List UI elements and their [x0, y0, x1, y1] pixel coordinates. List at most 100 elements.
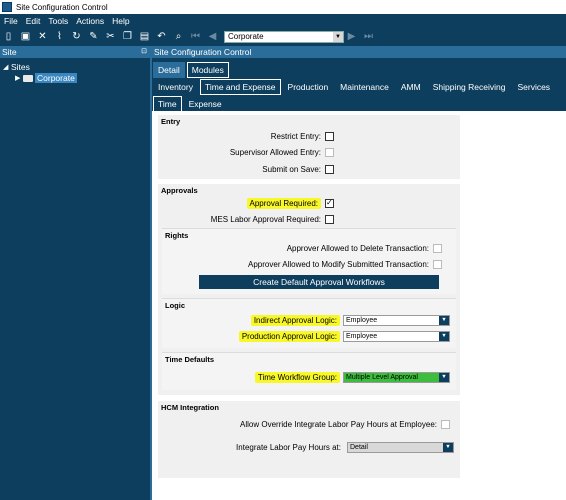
main-panel: Site Configuration Control Detail Module…: [152, 46, 566, 500]
tree-item-corporate[interactable]: ▶ Corporate: [15, 73, 77, 83]
previous-record-icon[interactable]: ◀: [207, 31, 218, 43]
approval-required-row: Approval Required:: [246, 198, 334, 209]
company-value: Corporate: [228, 32, 264, 41]
allow-modify-checkbox[interactable]: [433, 260, 442, 269]
tab-shipping-receiving[interactable]: Shipping Receiving: [428, 79, 511, 95]
pin-icon[interactable]: ⊡: [141, 46, 147, 58]
sub-tabs: Time Expense: [153, 96, 229, 112]
indirect-logic-row: Indirect Approval Logic: Employee ▼: [250, 315, 450, 326]
approval-required-checkbox[interactable]: [325, 198, 334, 208]
tab-amm[interactable]: AMM: [396, 79, 426, 95]
new-icon[interactable]: ▯: [3, 31, 14, 43]
first-record-icon[interactable]: ⏮: [190, 31, 201, 43]
tab-expense[interactable]: Expense: [184, 96, 227, 112]
approvals-title: Approvals: [161, 186, 198, 195]
undo-icon[interactable]: ↶: [156, 31, 167, 43]
chevron-down-icon[interactable]: ▼: [439, 373, 449, 382]
menu-actions[interactable]: Actions: [72, 16, 108, 26]
production-logic-value: Employee: [346, 333, 378, 340]
logic-group: Logic Indirect Approval Logic: Employee …: [162, 298, 456, 348]
time-settings-content: Entry Restrict Entry: Supervisor Allowed…: [152, 111, 566, 500]
logic-title: Logic: [165, 301, 185, 310]
rights-title: Rights: [165, 231, 189, 240]
window-title: Site Configuration Control: [16, 2, 108, 12]
tab-inventory[interactable]: Inventory: [153, 79, 198, 95]
integrate-labor-row: Integrate Labor Pay Hours at: Detail ▼: [236, 442, 454, 453]
chevron-down-icon[interactable]: ▼: [333, 32, 343, 42]
site-panel-title: Site: [2, 47, 17, 57]
tree-item-sites[interactable]: ◢ Sites: [3, 62, 30, 72]
menu-help[interactable]: Help: [108, 16, 133, 26]
entry-title: Entry: [161, 117, 181, 126]
chevron-down-icon[interactable]: ▼: [439, 316, 449, 325]
supervisor-allowed-checkbox[interactable]: [325, 148, 334, 157]
tab-modules[interactable]: Modules: [186, 62, 229, 78]
indirect-logic-value: Employee: [346, 317, 378, 324]
allow-override-checkbox[interactable]: [441, 420, 450, 429]
binoculars-icon[interactable]: ⌕: [173, 31, 184, 43]
mes-labor-required-checkbox[interactable]: [325, 215, 334, 224]
mes-labor-required-label: MES Labor Approval Required:: [210, 215, 321, 224]
paste-icon[interactable]: ▤: [139, 31, 150, 43]
delete-icon[interactable]: ✕: [37, 31, 48, 43]
submit-on-save-row: Submit on Save:: [262, 165, 334, 174]
tab-time-and-expense[interactable]: Time and Expense: [199, 79, 281, 95]
menu-file[interactable]: File: [0, 16, 22, 26]
allow-delete-checkbox[interactable]: [433, 244, 442, 253]
hcm-title: HCM Integration: [161, 403, 219, 412]
tab-maintenance[interactable]: Maintenance: [335, 79, 394, 95]
production-logic-row: Production Approval Logic: Employee ▼: [238, 331, 450, 342]
integrate-labor-label: Integrate Labor Pay Hours at:: [236, 443, 341, 452]
tab-services[interactable]: Services: [512, 79, 555, 95]
cut-icon[interactable]: ✂: [105, 31, 116, 43]
company-select[interactable]: Corporate ▼: [224, 31, 344, 43]
indirect-logic-select[interactable]: Employee ▼: [343, 315, 450, 326]
create-default-workflows-button[interactable]: Create Default Approval Workflows: [199, 275, 439, 289]
refresh-icon[interactable]: ↻: [71, 31, 82, 43]
restrict-entry-label: Restrict Entry:: [270, 132, 321, 141]
tab-production[interactable]: Production: [283, 79, 334, 95]
copy-icon[interactable]: ❐: [122, 31, 133, 43]
time-workflow-row: Time Workflow Group: Multiple Level Appr…: [254, 372, 450, 383]
tab-detail[interactable]: Detail: [153, 62, 185, 78]
mes-labor-required-row: MES Labor Approval Required:: [211, 215, 334, 224]
toolbar: ▯ ▣ ✕ ⌇ ↻ ✎ ✂ ❐ ▤ ↶ ⌕ ⏮ ◀ Corporate ▼ ▶ …: [0, 28, 566, 46]
time-defaults-group: Time Defaults Time Workflow Group: Multi…: [162, 352, 456, 390]
main-header: Site Configuration Control: [152, 46, 566, 58]
clear-icon[interactable]: ✎: [88, 31, 99, 43]
chevron-down-icon[interactable]: ▼: [443, 443, 453, 452]
production-logic-select[interactable]: Employee ▼: [343, 331, 450, 342]
menu-tools[interactable]: Tools: [44, 16, 72, 26]
allow-override-label: Allow Override Integrate Labor Pay Hours…: [240, 420, 437, 429]
menu-bar: File Edit Tools Actions Help: [0, 14, 566, 28]
entry-group: Entry Restrict Entry: Supervisor Allowed…: [158, 115, 460, 179]
collapse-icon[interactable]: ◢: [3, 63, 11, 71]
expand-icon[interactable]: ▶: [15, 74, 23, 82]
restrict-entry-row: Restrict Entry:: [271, 132, 334, 141]
integrate-labor-select[interactable]: Detail ▼: [347, 442, 454, 453]
allow-override-row: Allow Override Integrate Labor Pay Hours…: [240, 420, 450, 429]
tab-time[interactable]: Time: [153, 96, 182, 112]
approval-required-label: Approval Required:: [246, 198, 321, 209]
next-record-icon[interactable]: ▶: [346, 31, 357, 43]
supervisor-allowed-row: Supervisor Allowed Entry:: [230, 148, 334, 157]
site-tree-panel: ◢ Sites ▶ Corporate: [0, 58, 150, 500]
menu-edit[interactable]: Edit: [22, 16, 45, 26]
save-icon[interactable]: ▣: [20, 31, 31, 43]
chevron-down-icon[interactable]: ▼: [439, 332, 449, 341]
time-workflow-label: Time Workflow Group:: [254, 372, 340, 383]
restrict-entry-checkbox[interactable]: [325, 132, 334, 141]
allow-delete-label: Approver Allowed to Delete Transaction:: [286, 244, 429, 253]
title-bar: Site Configuration Control: [0, 0, 566, 14]
last-record-icon[interactable]: ⏭: [363, 31, 374, 43]
submit-on-save-checkbox[interactable]: [325, 165, 334, 174]
app-icon: [2, 2, 12, 12]
allow-modify-row: Approver Allowed to Modify Submitted Tra…: [248, 260, 442, 269]
attach-icon[interactable]: ⌇: [54, 31, 65, 43]
production-logic-label: Production Approval Logic:: [238, 331, 340, 342]
approvals-group: Approvals Approval Required: MES Labor A…: [158, 184, 460, 395]
time-workflow-value: Multiple Level Approval: [346, 374, 418, 381]
tree-item-label: Corporate: [35, 73, 77, 83]
allow-modify-label: Approver Allowed to Modify Submitted Tra…: [248, 260, 429, 269]
time-workflow-select[interactable]: Multiple Level Approval ▼: [343, 372, 450, 383]
